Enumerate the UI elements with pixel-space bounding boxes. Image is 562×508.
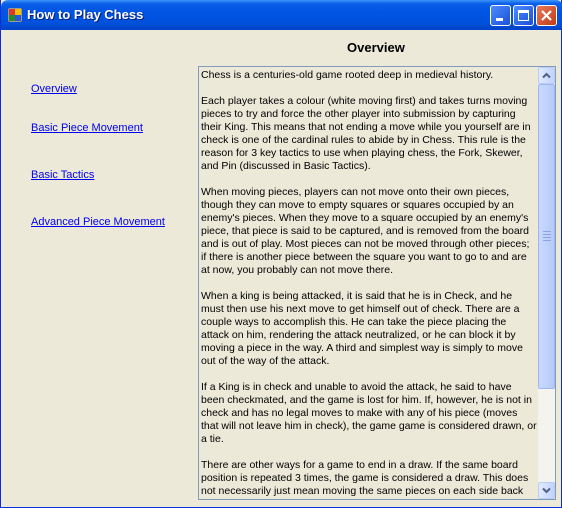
grip-line (543, 231, 551, 232)
content-paragraph: If a King is in check and unable to avoi… (201, 381, 537, 445)
nav-link-advanced-piece-movement[interactable]: Advanced Piece Movement (31, 216, 165, 228)
content-paragraph: There are other ways for a game to end i… (201, 459, 529, 497)
maximize-button[interactable] (513, 5, 534, 26)
vertical-scrollbar[interactable] (538, 67, 555, 499)
content-paragraph: When moving pieces, players can not move… (201, 186, 530, 276)
page-title: Overview (347, 40, 405, 55)
nav-link-basic-tactics[interactable]: Basic Tactics (31, 169, 94, 181)
minimize-button[interactable] (490, 5, 511, 26)
grip-line (543, 234, 551, 235)
scroll-up-button[interactable] (538, 67, 555, 84)
content-paragraph: When a king is being attacked, it is sai… (201, 290, 523, 367)
content-text: Chess is a centuries-old game rooted dee… (201, 69, 537, 499)
content-paragraph: Each player takes a colour (white moving… (201, 95, 531, 172)
close-button[interactable] (536, 5, 557, 26)
title-bar[interactable]: How to Play Chess (1, 0, 562, 30)
scroll-thumb[interactable] (538, 84, 555, 389)
nav-link-overview[interactable]: Overview (31, 83, 77, 95)
grip-line (543, 240, 551, 241)
minimize-icon (496, 18, 503, 21)
nav-link-basic-piece-movement[interactable]: Basic Piece Movement (31, 122, 143, 134)
content-textbox[interactable]: Chess is a centuries-old game rooted dee… (198, 66, 556, 500)
app-icon (8, 8, 22, 22)
maximize-icon (518, 10, 529, 21)
main-window: How to Play Chess Overview Overview Basi… (0, 0, 562, 508)
window-title: How to Play Chess (27, 7, 144, 22)
grip-line (543, 237, 551, 238)
close-icon (541, 10, 552, 21)
scroll-down-button[interactable] (538, 482, 555, 499)
content-paragraph: Chess is a centuries-old game rooted dee… (201, 69, 494, 81)
chevron-up-icon (542, 72, 551, 79)
chevron-down-icon (542, 487, 551, 494)
